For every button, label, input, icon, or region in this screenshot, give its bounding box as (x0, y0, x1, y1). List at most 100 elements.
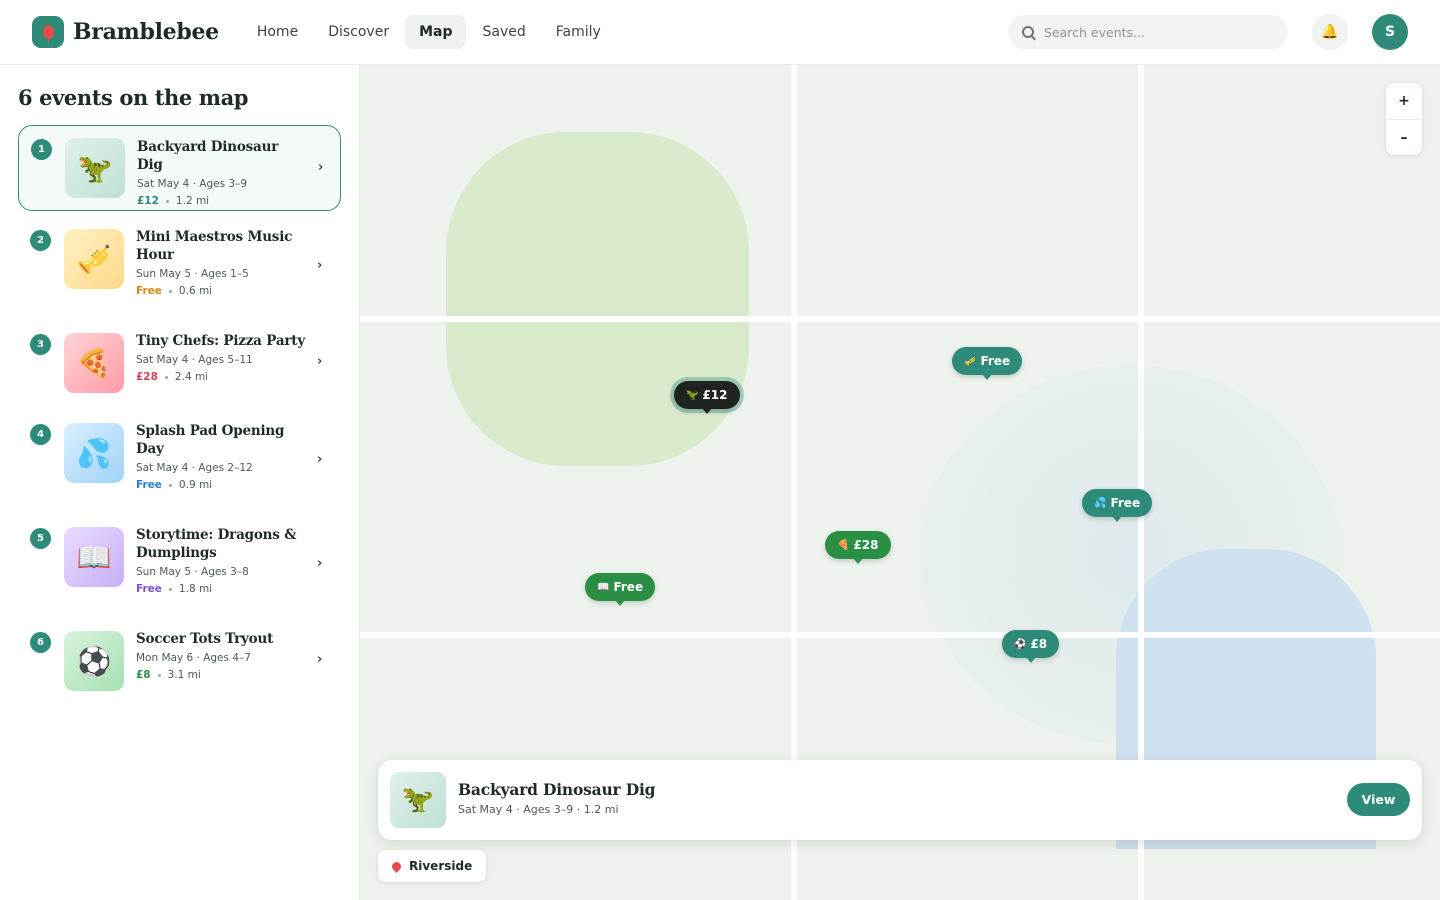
map-pin-4[interactable]: 💦 Free (1082, 489, 1153, 522)
map-pin-2[interactable]: 🎺 Free (952, 347, 1023, 380)
map-pin-label: £12 (702, 388, 728, 402)
chevron-right-icon: › (317, 452, 323, 467)
nav-item-saved[interactable]: Saved (468, 15, 539, 49)
event-distance: 0.9 mi (178, 479, 213, 491)
pizza-icon: 🍕 (837, 539, 850, 551)
zoom-out-button[interactable]: – (1386, 119, 1422, 155)
event-item-5[interactable]: 5 📖 Storytime: Dragons & Dumplings Sun M… (18, 516, 341, 616)
event-price: Free (136, 583, 162, 595)
map-pin-label: Free (1110, 496, 1141, 510)
droplets-icon: 💦 (1094, 497, 1107, 509)
avatar[interactable]: S (1372, 14, 1408, 50)
event-distance: 1.2 mi (175, 195, 210, 207)
search-icon (1022, 26, 1034, 38)
map-pin-label: Free (613, 580, 644, 594)
pizza-icon: 🍕 (64, 333, 124, 393)
dinosaur-icon: 🦖 (686, 389, 699, 401)
soccer-ball-icon: ⚽ (1014, 638, 1027, 650)
zoom-in-button[interactable]: + (1386, 83, 1422, 119)
event-title: Backyard Dinosaur Dig (137, 139, 279, 173)
event-list-panel: 6 events on the map 1 🦖 Backyard Dinosau… (0, 65, 360, 900)
top-bar: Bramblebee Home Discover Map Saved Famil… (0, 0, 1440, 65)
card-title: Backyard Dinosaur Dig (458, 780, 656, 799)
event-title: Tiny Chefs: Pizza Party (136, 333, 305, 349)
event-title: Storytime: Dragons & Dumplings (136, 527, 297, 561)
map-road (360, 632, 1440, 638)
chevron-right-icon: › (317, 652, 323, 667)
event-item-1[interactable]: 1 🦖 Backyard Dinosaur Dig Sat May 4 · Ag… (18, 125, 341, 211)
event-distance: 2.4 mi (174, 371, 209, 383)
balloon-logo-icon (32, 16, 64, 48)
event-price: Free (136, 285, 162, 297)
chevron-right-icon: › (317, 556, 323, 571)
event-meta: Mon May 6 · Ages 4–7 (136, 652, 251, 664)
open-book-icon: 📖 (597, 581, 610, 593)
event-item-6[interactable]: 6 ⚽ Soccer Tots Tryout Mon May 6 · Ages … (18, 620, 341, 702)
separator-dot (168, 587, 172, 591)
nav-item-home[interactable]: Home (243, 15, 312, 49)
map-view[interactable]: 🦖 £12 🎺 Free 💦 Free 🍕 £28 📖 Free ⚽ £8 + … (360, 65, 1440, 900)
open-book-icon: 📖 (64, 527, 124, 587)
selected-event-card[interactable]: 🦖 Backyard Dinosaur Dig Sat May 4 · Ages… (378, 760, 1422, 840)
separator-dot (157, 673, 161, 677)
map-pin-label: £8 (1030, 637, 1048, 651)
area-chip[interactable]: Riverside (378, 850, 487, 882)
event-item-3[interactable]: 3 🍕 Tiny Chefs: Pizza Party Sat May 4 · … (18, 322, 341, 404)
map-pin-3[interactable]: 🍕 £28 (825, 531, 891, 564)
event-number-badge: 1 (31, 139, 52, 160)
nav-item-discover[interactable]: Discover (314, 15, 403, 49)
event-number-badge: 6 (30, 632, 51, 653)
event-title: Mini Maestros Music Hour (136, 229, 293, 263)
separator-dot (165, 199, 169, 203)
event-price: £28 (136, 371, 158, 383)
event-number-badge: 5 (30, 528, 51, 549)
nav-item-map[interactable]: Map (405, 15, 467, 49)
search-bar[interactable] (1008, 15, 1288, 49)
dinosaur-icon: 🦖 (390, 772, 446, 828)
event-meta: Sun May 5 · Ages 1–5 (136, 268, 249, 280)
event-meta: Sun May 5 · Ages 3–8 (136, 566, 249, 578)
event-item-2[interactable]: 2 🎺 Mini Maestros Music Hour Sun May 5 ·… (18, 218, 341, 318)
trumpet-icon: 🎺 (964, 355, 977, 367)
event-distance: 3.1 mi (167, 669, 201, 681)
event-meta: Sat May 4 · Ages 2–12 (136, 462, 253, 474)
chevron-right-icon: › (317, 258, 323, 273)
map-pin-1[interactable]: 🦖 £12 (674, 381, 740, 414)
zoom-controls: + – (1386, 83, 1422, 155)
separator-dot (164, 375, 168, 379)
area-label: Riverside (409, 859, 473, 873)
event-price: Free (136, 479, 162, 491)
map-pin-label: £28 (853, 538, 879, 552)
event-title: Soccer Tots Tryout (136, 631, 274, 647)
event-item-4[interactable]: 4 💦 Splash Pad Opening Day Sat May 4 · A… (18, 412, 341, 512)
search-input[interactable] (1044, 24, 1264, 40)
event-distance: 0.6 mi (178, 285, 213, 297)
event-title: Splash Pad Opening Day (136, 423, 285, 457)
event-number-badge: 2 (30, 230, 51, 251)
separator-dot (168, 483, 172, 487)
separator-dot (168, 289, 172, 293)
nav-item-family[interactable]: Family (542, 15, 615, 49)
event-meta: Sat May 4 · Ages 5–11 (136, 354, 253, 366)
map-road (360, 316, 1440, 322)
brand[interactable]: Bramblebee (32, 16, 219, 48)
event-price: £12 (137, 195, 159, 207)
park-area (446, 132, 749, 466)
map-pin-5[interactable]: 📖 Free (585, 573, 656, 606)
main-nav: Home Discover Map Saved Family (243, 15, 617, 49)
card-meta: Sat May 4 · Ages 3–9 · 1.2 mi (458, 803, 619, 816)
location-pin-icon (390, 859, 403, 873)
soccer-ball-icon: ⚽ (64, 631, 124, 691)
event-number-badge: 4 (30, 424, 51, 445)
bell-icon[interactable]: 🔔 (1312, 14, 1348, 50)
event-price: £8 (136, 669, 151, 681)
map-pin-label: Free (980, 354, 1011, 368)
event-distance: 1.8 mi (178, 583, 213, 595)
trumpet-icon: 🎺 (64, 229, 124, 289)
dinosaur-icon: 🦖 (65, 138, 125, 198)
map-pin-6[interactable]: ⚽ £8 (1002, 630, 1060, 663)
chevron-right-icon: › (318, 160, 324, 175)
view-button[interactable]: View (1347, 783, 1410, 816)
event-count-title: 6 events on the map (18, 85, 249, 110)
droplets-icon: 💦 (64, 423, 124, 483)
